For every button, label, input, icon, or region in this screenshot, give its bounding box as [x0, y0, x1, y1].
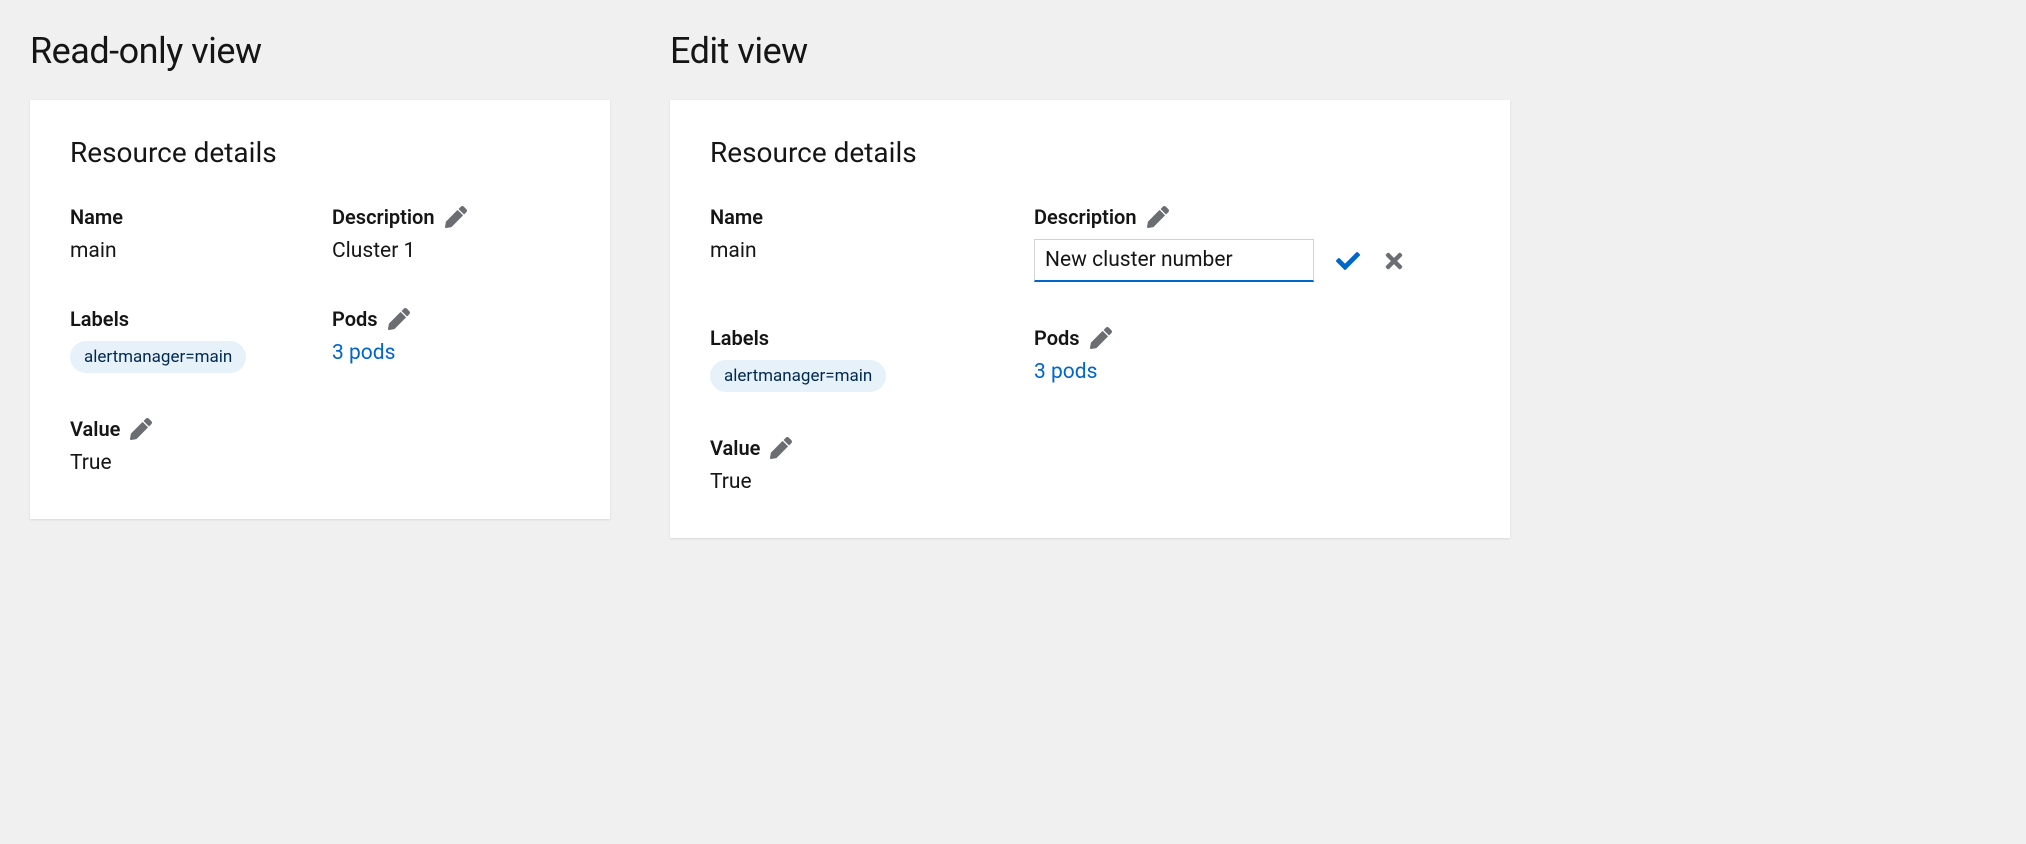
description-input[interactable]: [1034, 239, 1314, 282]
edit-pods-label: Pods: [1034, 326, 1080, 350]
check-icon[interactable]: [1336, 249, 1360, 273]
pencil-icon[interactable]: [770, 437, 792, 459]
readonly-description-value: Cluster 1: [332, 239, 570, 263]
edit-name-field: Name main: [710, 205, 1010, 282]
readonly-card: Resource details Name main Description C…: [30, 100, 610, 519]
readonly-pods-link[interactable]: 3 pods: [332, 341, 570, 365]
edit-description-field: Description: [1034, 205, 1470, 282]
edit-card-title: Resource details: [710, 136, 1470, 169]
label-chip: alertmanager=main: [70, 341, 246, 373]
edit-description-label: Description: [1034, 205, 1137, 229]
edit-labels-label: Labels: [710, 326, 1010, 350]
edit-value-value: True: [710, 470, 1010, 494]
readonly-value-field: Value True: [70, 417, 308, 475]
pencil-icon[interactable]: [1147, 206, 1169, 228]
readonly-card-title: Resource details: [70, 136, 570, 169]
edit-card: Resource details Name main Description: [670, 100, 1510, 538]
label-chip: alertmanager=main: [710, 360, 886, 392]
edit-section-title: Edit view: [670, 30, 1510, 72]
pencil-icon[interactable]: [130, 418, 152, 440]
edit-value-label: Value: [710, 436, 760, 460]
edit-name-label: Name: [710, 205, 1010, 229]
readonly-pods-label: Pods: [332, 307, 378, 331]
readonly-name-value: main: [70, 239, 308, 263]
readonly-name-label: Name: [70, 205, 308, 229]
pencil-icon[interactable]: [1090, 327, 1112, 349]
readonly-name-field: Name main: [70, 205, 308, 263]
readonly-section-title: Read-only view: [30, 30, 610, 72]
readonly-description-field: Description Cluster 1: [332, 205, 570, 263]
readonly-labels-label: Labels: [70, 307, 308, 331]
readonly-description-label: Description: [332, 205, 435, 229]
edit-labels-field: Labels alertmanager=main: [710, 326, 1010, 392]
edit-value-field: Value True: [710, 436, 1010, 494]
close-icon[interactable]: [1382, 249, 1406, 273]
pencil-icon[interactable]: [445, 206, 467, 228]
readonly-value-value: True: [70, 451, 308, 475]
pencil-icon[interactable]: [388, 308, 410, 330]
edit-name-value: main: [710, 239, 1010, 263]
edit-pods-link[interactable]: 3 pods: [1034, 360, 1470, 384]
readonly-pods-field: Pods 3 pods: [332, 307, 570, 373]
readonly-labels-field: Labels alertmanager=main: [70, 307, 308, 373]
readonly-value-label: Value: [70, 417, 120, 441]
edit-pods-field: Pods 3 pods: [1034, 326, 1470, 392]
